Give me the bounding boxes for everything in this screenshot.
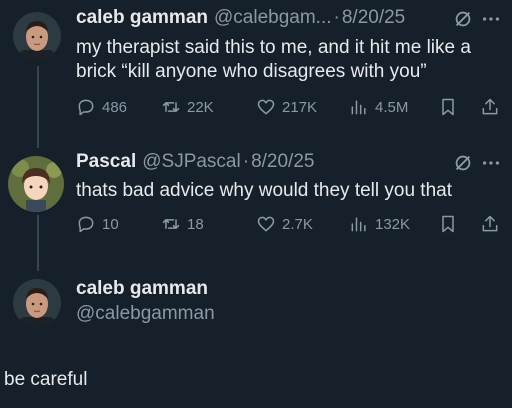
reply-icon [78, 216, 94, 233]
like-icon [257, 216, 275, 232]
tweet-actions: 10 18 2.7K 132K [76, 214, 506, 238]
tweet-header: Pascal @SJPascal · 8/20/25 [76, 150, 314, 174]
views-icon [351, 100, 366, 115]
user-handle[interactable]: @calebgamman [76, 302, 215, 326]
bookmark-icon [442, 98, 454, 116]
display-name[interactable]: caleb gamman [76, 277, 208, 301]
tweet-text-line: brick “kill anyone who disagrees with yo… [76, 61, 427, 82]
share-icon [482, 98, 498, 115]
thread-line [37, 215, 39, 271]
avatar[interactable] [13, 279, 61, 327]
tweet-actions: 486 22K 217K 4.5M [76, 97, 506, 121]
reply-button[interactable]: 486 [76, 97, 127, 117]
retweet-button[interactable]: 22K [161, 97, 214, 117]
person-avatar-icon [13, 12, 61, 60]
tweet-header-icons [452, 8, 502, 30]
tweet-text-line: my therapist said this to me, and it hit… [76, 37, 471, 58]
views-icon [351, 217, 366, 232]
avatar[interactable] [8, 156, 64, 212]
more-icon[interactable] [480, 152, 502, 174]
grok-icon[interactable] [452, 8, 474, 30]
like-icon [257, 99, 275, 115]
tweet-date[interactable]: 8/20/25 [251, 150, 314, 174]
reply-icon [78, 99, 94, 116]
like-count: 2.7K [282, 215, 313, 233]
reply-button[interactable]: 10 [76, 214, 119, 234]
retweet-icon [162, 102, 180, 112]
avatar[interactable] [13, 12, 61, 60]
like-count: 217K [282, 98, 318, 116]
retweet-button[interactable]: 18 [161, 214, 204, 234]
display-name[interactable]: caleb gamman [76, 6, 208, 30]
views-button[interactable]: 4.5M [349, 97, 408, 117]
tweet-header: caleb gamman @calebgam... · 8/20/25 [76, 6, 405, 30]
tweet-text: my therapist said this to me, and it hit… [76, 36, 471, 84]
reply-text: be careful [4, 369, 88, 390]
bookmark-button[interactable] [438, 214, 458, 234]
views-count: 132K [375, 215, 411, 233]
user-handle[interactable]: @SJPascal [142, 150, 241, 174]
separator-dot: · [242, 151, 250, 172]
more-icon[interactable] [480, 8, 502, 30]
like-button[interactable]: 217K [256, 97, 317, 117]
reply-count: 486 [102, 98, 128, 116]
user-handle[interactable]: @calebgam... [214, 6, 332, 30]
grok-icon[interactable] [452, 152, 474, 174]
share-button[interactable] [480, 97, 500, 117]
retweet-count: 22K [187, 98, 214, 116]
person-avatar-icon [13, 279, 61, 327]
views-count: 4.5M [375, 98, 409, 116]
retweet-icon [162, 219, 180, 229]
bookmark-icon [442, 215, 454, 233]
thread-line [37, 66, 39, 148]
share-icon [482, 215, 498, 232]
tweet-text: thats bad advice why would they tell you… [76, 180, 453, 201]
reply-count: 10 [102, 215, 119, 233]
bookmark-button[interactable] [438, 97, 458, 117]
tweet-date[interactable]: 8/20/25 [342, 6, 405, 30]
views-button[interactable]: 132K [349, 214, 410, 234]
separator-dot: · [333, 7, 340, 28]
retweet-count: 18 [187, 215, 204, 233]
tweet-header-icons [452, 152, 502, 174]
anime-avatar-icon [8, 156, 64, 212]
share-button[interactable] [480, 214, 500, 234]
like-button[interactable]: 2.7K [256, 214, 313, 234]
display-name[interactable]: Pascal [76, 150, 136, 174]
